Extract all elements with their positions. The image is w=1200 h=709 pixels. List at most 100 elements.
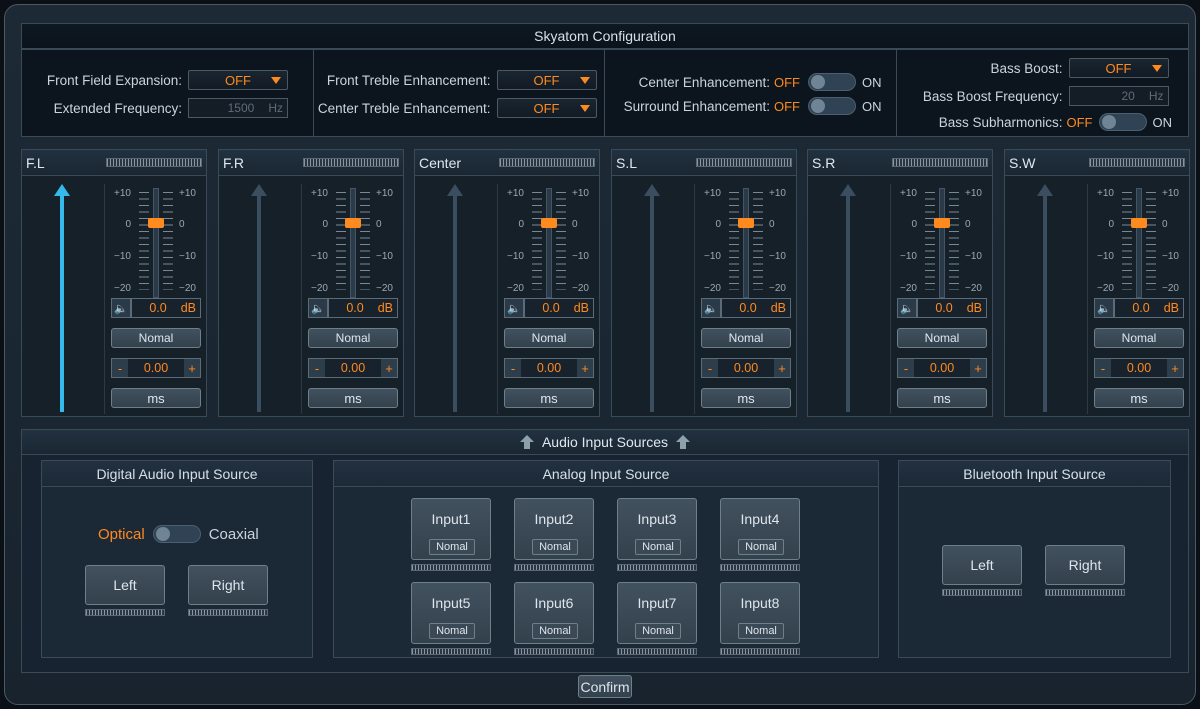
- digital-left-button[interactable]: Left: [85, 565, 165, 605]
- channel-mode-button[interactable]: Nomal: [504, 328, 594, 348]
- channel-controls: +10 0 −10 −20 +10 0 −10 −20 🔈 0.0 dB Nom…: [1087, 184, 1189, 414]
- gain-slider-track[interactable]: [153, 188, 159, 298]
- speaker-icon[interactable]: 🔈: [1094, 298, 1114, 318]
- input-mode-button[interactable]: Nomal: [532, 539, 578, 555]
- input-mode-button[interactable]: Nomal: [635, 539, 681, 555]
- input-label: Input2: [534, 511, 574, 527]
- confirm-button[interactable]: Confirm: [578, 675, 632, 698]
- speaker-icon[interactable]: 🔈: [308, 298, 328, 318]
- input-mode-button[interactable]: Nomal: [532, 623, 578, 639]
- bass-boost-dropdown[interactable]: OFF: [1068, 58, 1169, 78]
- delay-plus-button[interactable]: +: [970, 359, 986, 377]
- delay-value[interactable]: 0.00: [325, 359, 381, 377]
- analog-input-button[interactable]: Input2 Nomal: [514, 498, 594, 560]
- front-treble-dropdown[interactable]: OFF: [496, 70, 597, 90]
- delay-minus-button[interactable]: -: [112, 359, 128, 377]
- center-treble-dropdown[interactable]: OFF: [496, 98, 597, 118]
- gain-unit: dB: [377, 301, 393, 315]
- analog-input-button[interactable]: Input7 Nomal: [617, 582, 697, 644]
- delay-value[interactable]: 0.00: [718, 359, 774, 377]
- gain-slider-track[interactable]: [350, 188, 356, 298]
- extended-frequency-field[interactable]: 1500 Hz: [188, 98, 288, 118]
- analog-input-button[interactable]: Input4 Nomal: [720, 498, 800, 560]
- scale-label: −20: [376, 283, 393, 294]
- gain-slider-handle[interactable]: [345, 218, 361, 228]
- gain-slider-track[interactable]: [1136, 188, 1142, 298]
- gain-slider-handle[interactable]: [738, 218, 754, 228]
- gain-slider-handle[interactable]: [934, 218, 950, 228]
- delay-plus-button[interactable]: +: [1167, 359, 1183, 377]
- scale-label: +10: [1097, 188, 1114, 199]
- speaker-icon[interactable]: 🔈: [111, 298, 131, 318]
- digital-right-button[interactable]: Right: [188, 565, 268, 605]
- analog-input-button[interactable]: Input1 Nomal: [411, 498, 491, 560]
- delay-plus-button[interactable]: +: [381, 359, 397, 377]
- surround-enh-toggle[interactable]: [808, 97, 856, 115]
- channel-mode-button[interactable]: Nomal: [701, 328, 791, 348]
- up-arrow-icon[interactable]: [519, 435, 534, 449]
- front-field-expansion-dropdown[interactable]: OFF: [188, 70, 288, 90]
- gain-slider-track[interactable]: [546, 188, 552, 298]
- delay-value[interactable]: 0.00: [521, 359, 577, 377]
- gain-slider-handle[interactable]: [148, 218, 164, 228]
- delay-value[interactable]: 0.00: [1111, 359, 1167, 377]
- delay-plus-button[interactable]: +: [184, 359, 200, 377]
- speaker-icon[interactable]: 🔈: [504, 298, 524, 318]
- analog-input-button[interactable]: Input3 Nomal: [617, 498, 697, 560]
- channel-mode-button[interactable]: Nomal: [897, 328, 987, 348]
- delay-unit-button[interactable]: ms: [701, 388, 791, 408]
- scale-label: +10: [769, 188, 786, 199]
- gain-value-field[interactable]: 0.0 dB: [1114, 298, 1184, 318]
- channel-mode-button[interactable]: Nomal: [308, 328, 398, 348]
- gain-value-field[interactable]: 0.0 dB: [328, 298, 398, 318]
- delay-unit-button[interactable]: ms: [1094, 388, 1184, 408]
- bluetooth-right-button[interactable]: Right: [1045, 545, 1125, 585]
- gain-value: 0.0: [346, 301, 364, 315]
- bass-boost-freq-field[interactable]: 20 Hz: [1068, 86, 1169, 106]
- up-arrow-icon[interactable]: [676, 435, 691, 449]
- analog-input-button[interactable]: Input5 Nomal: [411, 582, 491, 644]
- delay-minus-button[interactable]: -: [898, 359, 914, 377]
- input-mode-button[interactable]: Nomal: [429, 623, 475, 639]
- input-mode-button[interactable]: Nomal: [429, 539, 475, 555]
- speaker-icon[interactable]: 🔈: [897, 298, 917, 318]
- input-mode-button[interactable]: Nomal: [738, 623, 784, 639]
- input-level-meter: [720, 564, 800, 571]
- scale-label: 0: [179, 219, 185, 230]
- analog-input-button[interactable]: Input6 Nomal: [514, 582, 594, 644]
- delay-unit-button[interactable]: ms: [111, 388, 201, 408]
- delay-minus-button[interactable]: -: [309, 359, 325, 377]
- center-enh-toggle[interactable]: [808, 73, 856, 91]
- speaker-icon[interactable]: 🔈: [701, 298, 721, 318]
- delay-plus-button[interactable]: +: [577, 359, 593, 377]
- delay-minus-button[interactable]: -: [1095, 359, 1111, 377]
- delay-unit-button[interactable]: ms: [897, 388, 987, 408]
- analog-input-button[interactable]: Input8 Nomal: [720, 582, 800, 644]
- optical-coaxial-toggle[interactable]: [152, 525, 201, 543]
- channel-mode-button[interactable]: Nomal: [1094, 328, 1184, 348]
- delay-minus-button[interactable]: -: [505, 359, 521, 377]
- delay-unit-button[interactable]: ms: [504, 388, 594, 408]
- gain-value-field[interactable]: 0.0 dB: [131, 298, 201, 318]
- gain-value-field[interactable]: 0.0 dB: [721, 298, 791, 318]
- channel-strip: S.R +10 0 −10 −20 +10 0 −10 −20 🔈 0.0 dB…: [807, 149, 993, 417]
- delay-value[interactable]: 0.00: [914, 359, 970, 377]
- bluetooth-left-button[interactable]: Left: [942, 545, 1022, 585]
- gain-slider-track[interactable]: [743, 188, 749, 298]
- channel-strip: Center +10 0 −10 −20 +10 0 −10 −20 🔈 0.0…: [414, 149, 600, 417]
- gain-value-field[interactable]: 0.0 dB: [917, 298, 987, 318]
- input-mode-button[interactable]: Nomal: [635, 623, 681, 639]
- gain-scale: +10 0 −10 −20 +10 0 −10 −20: [891, 188, 991, 298]
- scale-label: 0: [769, 219, 775, 230]
- gain-slider-handle[interactable]: [541, 218, 557, 228]
- delay-value[interactable]: 0.00: [128, 359, 184, 377]
- gain-value-field[interactable]: 0.0 dB: [524, 298, 594, 318]
- gain-slider-track[interactable]: [939, 188, 945, 298]
- delay-minus-button[interactable]: -: [702, 359, 718, 377]
- gain-slider-handle[interactable]: [1131, 218, 1147, 228]
- input-mode-button[interactable]: Nomal: [738, 539, 784, 555]
- delay-plus-button[interactable]: +: [774, 359, 790, 377]
- delay-unit-button[interactable]: ms: [308, 388, 398, 408]
- bass-subharmonics-toggle[interactable]: [1098, 113, 1147, 131]
- channel-mode-button[interactable]: Nomal: [111, 328, 201, 348]
